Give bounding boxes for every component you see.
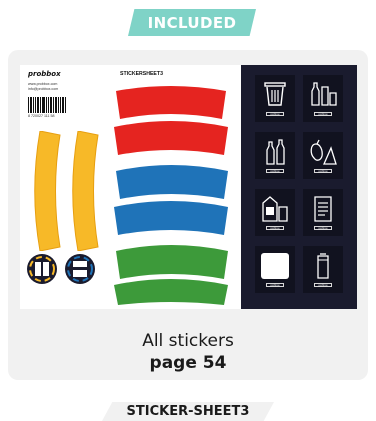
icon-tile: probbox bbox=[255, 189, 295, 236]
organic-waste-icon bbox=[310, 139, 337, 165]
icon-tile: probbox bbox=[303, 132, 343, 179]
icon-stickers-panel: probbox probbox probbox probbox probbox … bbox=[241, 65, 357, 309]
bottles-icon bbox=[266, 139, 285, 165]
included-badge: INCLUDED bbox=[128, 9, 256, 36]
sticker-sheet-left-panel: probbox www.probbox.com info@probbox.com… bbox=[20, 65, 240, 309]
round-sticker bbox=[65, 254, 95, 284]
yellow-sticker-strip bbox=[34, 131, 61, 251]
contact-line: www.probbox.com bbox=[28, 82, 58, 86]
sticker-sheet-tag: STICKER-SHEET3 bbox=[102, 402, 274, 421]
tile-label: probbox bbox=[266, 283, 284, 287]
sticker-sheet-tag-label: STICKER-SHEET3 bbox=[126, 404, 250, 419]
tile-label: probbox bbox=[314, 226, 332, 230]
tile-label: probbox bbox=[266, 169, 284, 173]
tile-label: probbox bbox=[314, 112, 332, 116]
brand-logo: probbox bbox=[28, 70, 61, 78]
card-page-reference: page 54 bbox=[149, 353, 227, 373]
barcode-number: 8 720027 111 58 bbox=[28, 114, 55, 118]
icon-tile: probbox bbox=[255, 246, 295, 293]
bottles-cans-icon bbox=[311, 82, 337, 106]
round-sticker bbox=[27, 254, 57, 284]
contact-line: info@probbox.com bbox=[28, 87, 59, 91]
icon-tile: probbox bbox=[303, 189, 343, 236]
included-badge-label: INCLUDED bbox=[147, 13, 237, 32]
icon-tile: probbox bbox=[303, 75, 343, 122]
sticker-sheet-preview: probbox www.probbox.com info@probbox.com… bbox=[20, 65, 357, 309]
trash-bin-icon bbox=[264, 82, 286, 106]
blank-label-icon bbox=[261, 253, 289, 279]
card-caption: All stickers bbox=[142, 331, 234, 351]
tile-label: probbox bbox=[266, 226, 284, 230]
sheet-title: STICKERSHEET3 bbox=[120, 71, 163, 77]
tile-label: probbox bbox=[314, 169, 332, 173]
can-icon bbox=[317, 253, 329, 279]
color-band-stickers bbox=[114, 86, 228, 305]
paper-icon bbox=[314, 196, 332, 222]
icon-tile: probbox bbox=[255, 75, 295, 122]
icon-tile: probbox bbox=[255, 132, 295, 179]
tile-label: probbox bbox=[314, 283, 332, 287]
tile-label: probbox bbox=[266, 112, 284, 116]
icon-tile: probbox bbox=[303, 246, 343, 293]
yellow-sticker-strip bbox=[72, 131, 99, 251]
food-cartons-icon bbox=[262, 196, 288, 222]
sticker-sheet-card[interactable]: probbox www.probbox.com info@probbox.com… bbox=[8, 50, 368, 380]
